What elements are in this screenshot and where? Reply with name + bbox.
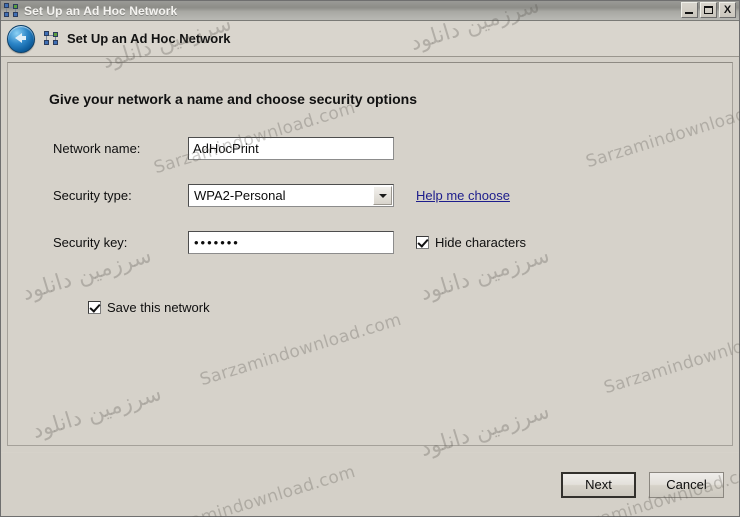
navigation-band: Set Up an Ad Hoc Network [1, 21, 739, 57]
save-network-label: Save this network [107, 300, 210, 315]
title-bar: Set Up an Ad Hoc Network X [1, 1, 739, 21]
help-me-choose-link[interactable]: Help me choose [416, 188, 510, 203]
security-type-value: WPA2-Personal [194, 188, 286, 203]
close-icon: X [723, 3, 732, 16]
network-name-label: Network name: [53, 141, 141, 156]
security-type-label: Security type: [53, 188, 132, 203]
next-button[interactable]: Next [561, 471, 636, 498]
hide-characters-label: Hide characters [435, 235, 527, 250]
back-button[interactable] [7, 24, 35, 53]
checkbox-box[interactable] [416, 236, 429, 249]
close-button[interactable]: X [719, 2, 736, 18]
maximize-button[interactable] [700, 2, 717, 18]
screenshot-root: Set Up an Ad Hoc Network X Set Up an Ad … [0, 0, 740, 517]
dialog-footer: Next Cancel [1, 452, 739, 516]
minimize-button[interactable] [681, 2, 698, 18]
network-name-input[interactable] [188, 137, 394, 160]
content-wrapper: Give your network a name and choose secu… [1, 57, 739, 452]
save-network-row: Save this network [8, 300, 732, 315]
security-type-select[interactable]: WPA2-Personal [188, 184, 394, 207]
network-name-row: Network name: [8, 137, 732, 160]
content-panel: Give your network a name and choose secu… [7, 62, 733, 446]
wizard-title: Set Up an Ad Hoc Network [67, 31, 231, 46]
security-key-label: Security key: [53, 235, 128, 250]
security-key-input[interactable]: ••••••• [188, 231, 394, 254]
network-setup-form: Network name: Security type: WPA2-Person… [8, 137, 732, 315]
security-key-value: ••••••• [194, 235, 240, 250]
hide-characters-checkbox[interactable]: Hide characters [416, 235, 526, 250]
page-heading: Give your network a name and choose secu… [49, 91, 417, 107]
dialog-window: Set Up an Ad Hoc Network X Set Up an Ad … [0, 0, 740, 517]
save-network-checkbox[interactable]: Save this network [88, 300, 210, 315]
network-adhoc-icon [4, 2, 20, 19]
chevron-down-icon[interactable] [373, 186, 392, 205]
window-controls: X [681, 2, 736, 18]
network-adhoc-icon [44, 30, 60, 47]
window-title: Set Up an Ad Hoc Network [24, 3, 178, 18]
checkbox-box[interactable] [88, 301, 101, 314]
cancel-button[interactable]: Cancel [649, 471, 724, 498]
security-key-row: Security key: ••••••• Hide characters [8, 231, 732, 254]
security-type-row: Security type: WPA2-Personal Help me cho… [8, 184, 732, 207]
